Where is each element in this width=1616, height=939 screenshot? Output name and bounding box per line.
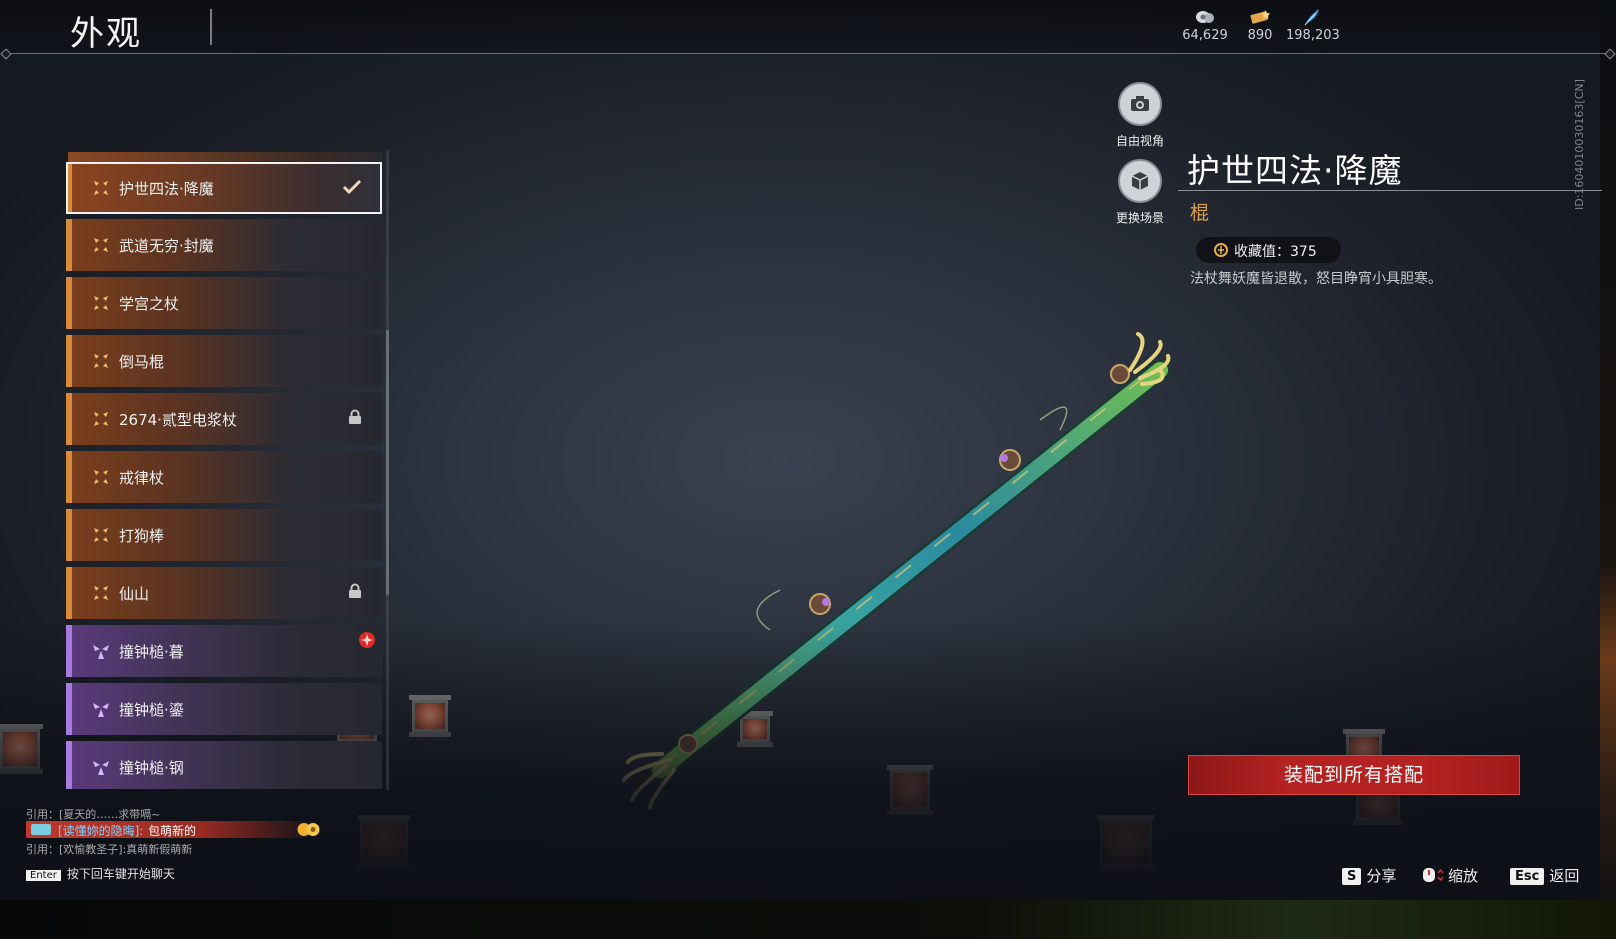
- list-item[interactable]: 仙山: [66, 567, 382, 619]
- list-item[interactable]: 撞钟槌·暮: [66, 625, 382, 677]
- feather-icon: [1304, 9, 1319, 26]
- rarity-orange-icon: [94, 528, 108, 542]
- item-id: ID:1604010030163[CN]: [1573, 79, 1586, 210]
- list-item-name: 2674·贰型电浆杖: [119, 411, 237, 429]
- list-item[interactable]: 倒马棍: [66, 335, 382, 387]
- list-item-name: 仙山: [119, 585, 150, 603]
- new-badge-icon: [359, 632, 375, 648]
- page-title: 外观: [70, 14, 142, 54]
- list-scrollbar-thumb[interactable]: [386, 330, 389, 595]
- screen-edge-bottom: [0, 900, 1616, 939]
- currency-ticket-value: 890: [1247, 28, 1273, 43]
- rarity-purple-icon: [93, 645, 109, 659]
- currency-feather-value: 198,203: [1286, 28, 1340, 43]
- chat-enter-hint: 按下回车键开始聊天: [66, 867, 175, 881]
- lantern-decoration: [0, 724, 43, 774]
- list-item-name: 倒马棍: [119, 353, 165, 371]
- rarity-orange-icon: [94, 586, 108, 600]
- item-type: 棍: [1190, 202, 1210, 224]
- lantern-decoration: [1097, 815, 1155, 871]
- back-hotkey[interactable]: Esc 返回: [1510, 865, 1579, 886]
- currency-ticket: 890: [1240, 8, 1280, 43]
- list-item-name: 戒律杖: [119, 469, 165, 487]
- list-item[interactable]: 学宫之杖: [66, 277, 382, 329]
- share-key: S: [1342, 868, 1362, 885]
- lantern-decoration: [737, 711, 773, 747]
- collect-value-text: 收藏值：375: [1234, 244, 1317, 260]
- mouse-scroll-icon: [1423, 868, 1444, 882]
- rarity-purple-icon: [93, 703, 109, 717]
- ticket-icon: [1250, 10, 1270, 24]
- item-title: 护世四法·降魔: [1187, 151, 1403, 190]
- collect-icon: [1214, 243, 1228, 257]
- share-hotkey[interactable]: S 分享: [1342, 865, 1396, 886]
- lantern-decoration: [887, 765, 933, 815]
- lock-icon: [349, 409, 361, 424]
- list-item-name: 撞钟槌·钢: [119, 759, 184, 777]
- list-item-name: 学宫之杖: [119, 295, 180, 313]
- list-item-name: 护世四法·降魔: [119, 180, 214, 198]
- zoom-label: 缩放: [1448, 867, 1479, 885]
- enter-key: Enter: [26, 870, 61, 881]
- top-bar: 外观 64,629 890 198,203: [0, 0, 1600, 54]
- currency-coin-value: 64,629: [1182, 28, 1228, 43]
- list-item-name: 武道无穷·封魔: [119, 237, 214, 255]
- checkmark-icon: [342, 179, 362, 195]
- rarity-orange-icon: [94, 470, 108, 484]
- list-item[interactable]: 护世四法·降魔: [66, 162, 382, 214]
- change-scene-button[interactable]: [1118, 159, 1162, 203]
- item-description: 法杖舞妖魔皆退散，怒目睁宵小具胆寒。: [1190, 271, 1442, 287]
- rarity-orange-icon: [94, 181, 108, 195]
- list-item[interactable]: 打狗棒: [66, 509, 382, 561]
- equip-all-button[interactable]: 装配到所有搭配: [1188, 755, 1520, 795]
- chat-quote-line: 引用：[夏天的……求带嗝~: [26, 808, 161, 821]
- chat-quote-line: 引用：[欢愉教圣子]:真萌新假萌新: [26, 843, 193, 856]
- free-camera-button[interactable]: [1118, 82, 1162, 126]
- share-label: 分享: [1366, 867, 1397, 885]
- coin-icon: [1196, 11, 1214, 23]
- rarity-orange-icon: [94, 354, 108, 368]
- list-item[interactable]: 撞钟槌·鎏: [66, 683, 382, 735]
- list-item[interactable]: 2674·贰型电浆杖: [66, 393, 382, 445]
- title-underline: [1178, 190, 1602, 191]
- list-item-name: 撞钟槌·暮: [119, 643, 184, 661]
- rarity-orange-icon: [94, 412, 108, 426]
- emoji-icon: [297, 823, 320, 836]
- currency-coin: 64,629: [1182, 8, 1228, 43]
- title-divider: [210, 9, 212, 45]
- cube-icon: [1131, 172, 1149, 190]
- free-camera-label: 自由视角: [1115, 134, 1164, 148]
- chat-username[interactable]: [读懂妳的隐晦]:: [58, 822, 143, 839]
- weapon-staff-model[interactable]: [620, 330, 1200, 810]
- lantern-decoration: [409, 695, 451, 737]
- collect-value-badge: 收藏值：375: [1196, 237, 1341, 263]
- list-item-partial: [68, 152, 382, 162]
- back-key: Esc: [1510, 868, 1545, 885]
- screen-edge: [1600, 0, 1616, 939]
- back-label: 返回: [1549, 867, 1580, 885]
- list-item[interactable]: 武道无穷·封魔: [66, 219, 382, 271]
- chat-input-hint[interactable]: Enter 按下回车键开始聊天: [26, 865, 175, 882]
- rarity-purple-icon: [93, 761, 109, 775]
- chat-channel-icon: [31, 824, 51, 835]
- chat-highlight-line[interactable]: [读懂妳的隐晦]: 包萌新的: [26, 821, 320, 839]
- currency-feather: 198,203: [1286, 8, 1340, 43]
- lantern-decoration: [357, 815, 411, 869]
- zoom-hotkey[interactable]: 缩放: [1422, 865, 1478, 886]
- chat-message: 包萌新的: [148, 824, 197, 838]
- list-item[interactable]: 戒律杖: [66, 451, 382, 503]
- list-item-name: 撞钟槌·鎏: [119, 701, 184, 719]
- list-item[interactable]: 撞钟槌·钢: [66, 741, 382, 789]
- list-item-name: 打狗棒: [119, 527, 165, 545]
- lock-icon: [349, 583, 361, 598]
- rarity-orange-icon: [94, 296, 108, 310]
- camera-icon: [1131, 96, 1149, 111]
- top-divider-line: [8, 53, 1608, 54]
- rarity-orange-icon: [94, 238, 108, 252]
- change-scene-label: 更换场景: [1115, 211, 1164, 225]
